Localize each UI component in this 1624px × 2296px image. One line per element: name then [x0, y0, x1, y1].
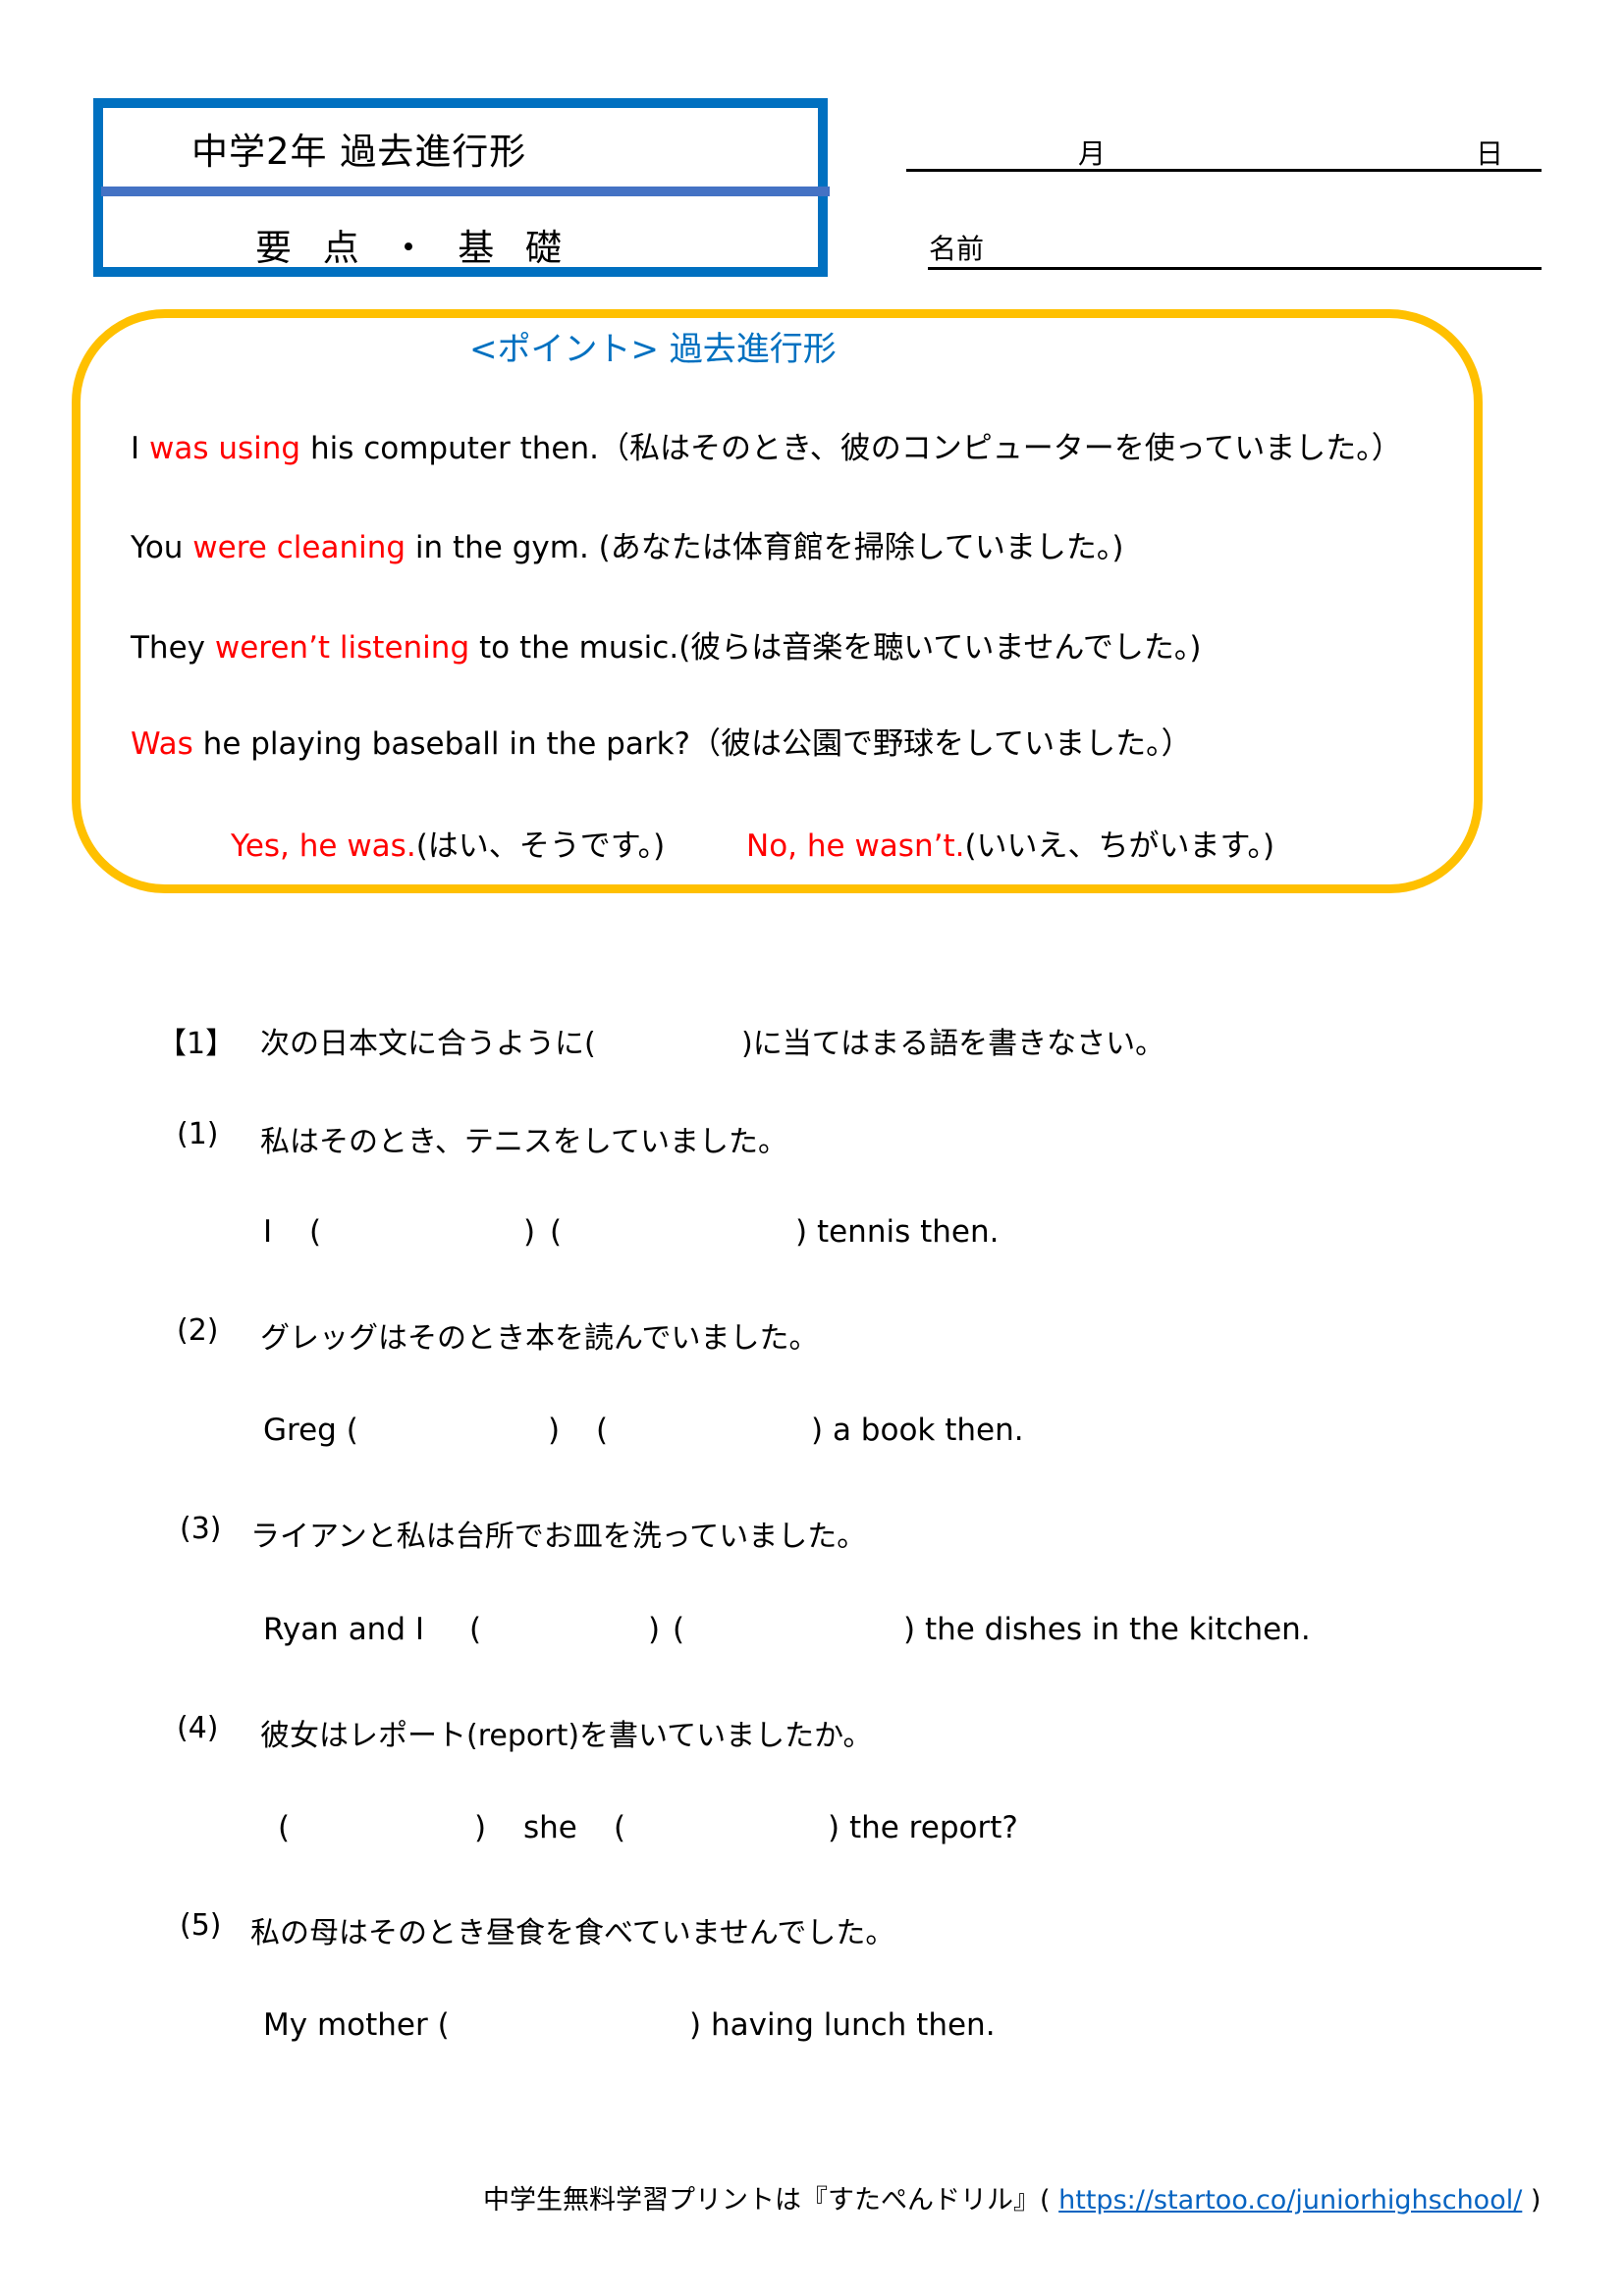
example-plain: to the music.(彼らは音楽を聴いていませんでした。): [469, 630, 1202, 666]
example-plain: They: [131, 630, 215, 666]
exercise-number: 【1】: [157, 1027, 236, 1061]
question-number: (2): [177, 1313, 219, 1348]
blank-open: (: [278, 1810, 291, 1845]
answer-no-jp: (いいえ、ちがいます。): [964, 828, 1275, 864]
example-highlight: were cleaning: [192, 530, 406, 565]
example-answer-yes: Yes, he was.(はい、そうです。): [231, 821, 665, 865]
exercise-instruction-b: )に当てはまる語を書きなさい。: [741, 1027, 1165, 1061]
blank-close: ): [548, 1413, 561, 1448]
example-highlight: Was: [131, 726, 193, 762]
question-number: (4): [177, 1711, 219, 1745]
answer-yes-jp: (はい、そうです。): [415, 828, 666, 864]
answer-blank[interactable]: [692, 1612, 898, 1651]
example-sentence: You were cleaning in the gym. (あなたは体育館を掃…: [131, 522, 1123, 566]
sentence-part: ) the report?: [828, 1810, 1018, 1845]
example-sentence: I was using his computer then.（私はそのとき、彼の…: [131, 423, 1402, 467]
name-label: 名前: [929, 233, 985, 265]
question-japanese: 彼女はレポート(report)を書いていましたか。: [260, 1719, 873, 1753]
question-number: (1): [177, 1117, 219, 1151]
sentence-part: My mother (: [263, 2007, 450, 2043]
blank-open: (: [614, 1810, 626, 1845]
example-highlight: weren’t listening: [214, 630, 470, 666]
answer-blank[interactable]: [373, 1413, 540, 1452]
worksheet-subtitle: 要 点 ・ 基 礎: [255, 227, 572, 269]
question-japanese: ライアンと私は台所でお皿を洗っていました。: [250, 1520, 867, 1554]
month-label: 月: [1078, 137, 1107, 170]
blank-open: (: [596, 1413, 609, 1448]
example-plain: his computer then.（私はそのとき、彼のコンピューターを使ってい…: [300, 431, 1402, 466]
point-box: [72, 309, 1483, 893]
footer-text: 中学生無料学習プリントは『すたぺんドリル』(: [483, 2185, 1051, 2216]
date-field[interactable]: [906, 169, 1542, 172]
question-japanese: 私の母はそのとき昼食を食べていませんでした。: [250, 1916, 895, 1950]
footer-close: ): [1530, 2185, 1542, 2216]
sentence-part: ) the dishes in the kitchen.: [903, 1612, 1311, 1647]
example-answer-no: No, he wasn’t.(いいえ、ちがいます。): [746, 821, 1274, 865]
blank-open: (: [469, 1612, 482, 1647]
answer-no: No, he wasn’t.: [746, 828, 965, 864]
question-number: (5): [180, 1908, 222, 1943]
name-field[interactable]: [928, 267, 1542, 270]
sentence-part: I: [263, 1214, 273, 1250]
title-divider: [101, 187, 830, 196]
example-sentence: They weren’t listening to the music.(彼らは…: [131, 622, 1201, 667]
sentence-part: ) tennis then.: [795, 1214, 1000, 1250]
example-plain: I: [131, 431, 149, 466]
example-plain: You: [131, 530, 193, 565]
answer-blank[interactable]: [329, 1214, 515, 1254]
answer-blank[interactable]: [619, 1413, 805, 1452]
example-plain: he playing baseball in the park?（彼は公園で野球…: [192, 726, 1192, 762]
answer-blank[interactable]: [636, 1810, 823, 1849]
blank-open: (: [550, 1214, 563, 1250]
sentence-part: ) having lunch then.: [689, 2007, 996, 2043]
blank-open: (: [309, 1214, 322, 1250]
blank-close: ): [523, 1214, 536, 1250]
exercise-instruction-a: 次の日本文に合うように(: [260, 1027, 596, 1061]
example-highlight: was using: [149, 431, 301, 466]
sentence-part: ) a book then.: [811, 1413, 1024, 1448]
answer-yes: Yes, he was.: [231, 828, 416, 864]
footer: 中学生無料学習プリントは『すたぺんドリル』( https://startoo.c…: [483, 2178, 1541, 2216]
point-title: <ポイント> 過去進行形: [469, 330, 837, 369]
sentence-part: Greg (: [263, 1413, 358, 1448]
answer-blank[interactable]: [569, 1214, 785, 1254]
example-plain: in the gym. (あなたは体育館を掃除していました。): [406, 530, 1124, 565]
answer-blank[interactable]: [491, 1612, 648, 1651]
sentence-part: Ryan and I: [263, 1612, 425, 1647]
footer-link[interactable]: https://startoo.co/juniorhighschool/: [1058, 2185, 1522, 2216]
answer-blank[interactable]: [461, 2007, 682, 2047]
sentence-part: she: [523, 1810, 577, 1845]
worksheet-title: 中学2年 過去進行形: [191, 131, 527, 173]
blank-open: (: [673, 1612, 685, 1647]
blank-close: ): [648, 1612, 661, 1647]
example-sentence: Was he playing baseball in the park?（彼は公…: [131, 719, 1192, 763]
question-number: (3): [180, 1512, 222, 1546]
day-label: 日: [1476, 137, 1504, 170]
question-japanese: 私はそのとき、テニスをしていました。: [260, 1125, 787, 1159]
question-japanese: グレッグはそのとき本を読んでいました。: [260, 1321, 819, 1356]
answer-blank[interactable]: [299, 1810, 466, 1849]
blank-close: ): [474, 1810, 487, 1845]
